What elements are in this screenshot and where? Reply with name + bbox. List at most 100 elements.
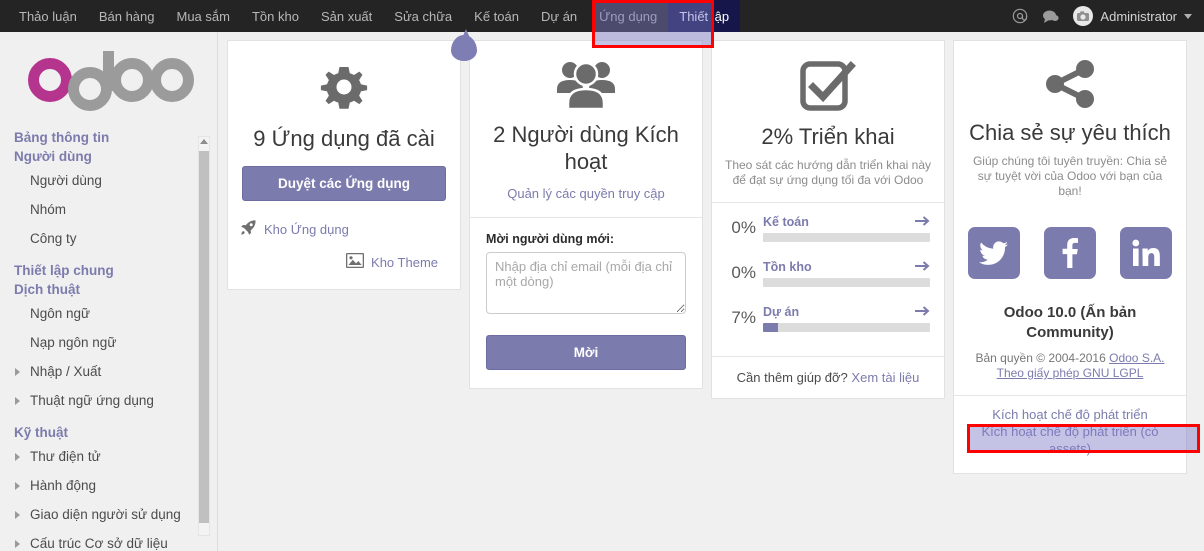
help-footer: Cần thêm giúp đỡ? Xem tài liệu [712,356,944,398]
sidebar-item-cau-truc-co-so-du-lieu[interactable]: Cấu trúc Cơ sở dữ liệu [14,529,217,551]
menu-item-du-an[interactable]: Dự án [530,0,588,32]
sidebar-item-nguoi-dung[interactable]: Người dùng [14,166,217,195]
apps-store-link[interactable]: Kho Ứng dụng [264,222,349,237]
odoo-version-label: Odoo 10.0 (Ấn bản Community) [1003,304,1137,341]
share-title: Chia sẻ sự yêu thích [969,120,1171,145]
sidebar-heading-translations: Dịch thuật [14,282,80,297]
twitter-icon[interactable] [968,227,1020,279]
sidebar-heading-users: Người dùng [14,149,92,164]
menu-item-ban-hang[interactable]: Bán hàng [88,0,166,32]
sidebar-scrollbar[interactable] [198,136,210,536]
sidebar-navigation: Bảng thông tin Người dùng Người dùng Nhó… [0,128,217,551]
manage-access-rights-link[interactable]: Quản lý các quyền truy cập [507,186,665,201]
share-subtitle: Giúp chúng tôi tuyên truyền: Chia sẻ sự … [972,154,1168,198]
planner-row[interactable]: 0% Tồn kho [726,260,930,287]
chevron-down-icon[interactable] [1184,13,1192,19]
copyright-text: Bản quyền © 2004-2016 Odoo S.A. Theo giấ… [966,351,1174,381]
user-menu[interactable]: Administrator [1073,6,1192,26]
sidebar-item-nhap-xuat[interactable]: Nhập / Xuất [14,357,217,386]
at-icon[interactable] [1012,8,1028,24]
theme-store-row[interactable]: Kho Theme [228,252,460,271]
sidebar-item-hanh-dong[interactable]: Hành động [14,471,217,500]
odoo-logo[interactable] [0,32,217,128]
users-group-icon [482,59,690,115]
arrow-right-icon[interactable] [914,260,930,274]
invite-email-input[interactable] [486,252,686,314]
scrollbar-thumb[interactable] [199,151,209,523]
activate-developer-mode-link[interactable]: Kích hoạt chế độ phát triển [964,406,1176,423]
logo-letter-o2 [109,58,154,102]
planner-percent: 0% [731,263,756,282]
users-card-header: 2 Người dùng Kích hoạt Quản lý các quyền… [470,41,702,217]
license-link[interactable]: Theo giấy phép GNU LGPL [997,366,1144,380]
sidebar-item-ngon-ngu[interactable]: Ngôn ngữ [14,299,217,328]
odoo-sa-link[interactable]: Odoo S.A. [1109,351,1164,365]
theme-store-link[interactable]: Kho Theme [371,255,438,270]
arrow-right-icon[interactable] [914,305,930,319]
facebook-icon[interactable] [1044,227,1096,279]
card-active-users: 2 Người dùng Kích hoạt Quản lý các quyền… [469,40,703,389]
sidebar-item-giao-dien-nguoi-su-dung[interactable]: Giao diện người sử dụng [14,500,217,529]
user-name-label: Administrator [1100,8,1177,24]
topbar-right-group: Administrator [1012,0,1204,32]
settings-dashboard: 9 Ứng dụng đã cài Duyệt các Ứng dụng Kho… [219,32,1204,551]
sidebar-heading-dashboard: Bảng thông tin [14,130,110,145]
sidebar: Bảng thông tin Người dùng Người dùng Nhó… [0,32,218,551]
logo-letter-d [67,49,114,111]
copyright-prefix: Bản quyền © 2004-2016 [975,351,1110,365]
chat-bubble-icon[interactable] [1042,9,1060,24]
menu-item-thiet-lap[interactable]: Thiết lập [668,0,741,32]
main-menu-list: Thảo luận Bán hàng Mua sắm Tồn kho Sản x… [8,0,741,32]
planner-row[interactable]: 0% Kế toán [726,215,930,242]
invite-label: Mời người dùng mới: [486,232,615,246]
planner-percent: 0% [731,218,756,237]
share-card-header: Chia sẻ sự yêu thích Giúp chúng tôi tuyê… [954,41,1186,213]
sidebar-item-nap-ngon-ngu[interactable]: Nạp ngôn ngữ [14,328,217,357]
menu-item-thao-luan[interactable]: Thảo luận [8,0,88,32]
sidebar-item-cong-ty[interactable]: Công ty [14,224,217,253]
planner-list: 0% Kế toán 0% Tồn kho 7% Dự án [712,203,944,356]
card-installed-apps: 9 Ứng dụng đã cài Duyệt các Ứng dụng Kho… [227,40,461,290]
sidebar-item-nhom[interactable]: Nhóm [14,195,217,224]
menu-item-sua-chua[interactable]: Sửa chữa [383,0,463,32]
deployment-subtitle: Theo sát các hướng dẫn triển khai này để… [724,158,932,187]
invite-users-block: Mời người dùng mới: Mời [470,218,702,388]
users-count-title: 2 Người dùng Kích hoạt [493,122,679,174]
menu-item-mua-sam[interactable]: Mua sắm [166,0,241,32]
image-icon [345,252,365,271]
menu-item-san-xuat[interactable]: Sản xuất [310,0,383,32]
deployment-card-header: 2% Triển khai Theo sát các hướng dẫn tri… [712,41,944,202]
version-block: Odoo 10.0 (Ấn bản Community) Bản quyền ©… [954,299,1186,395]
menu-item-ung-dung[interactable]: Ứng dụng [588,0,668,32]
activate-developer-mode-assets-link[interactable]: Kích hoạt chế độ phát triển (có assets) [964,423,1176,457]
menu-item-ton-kho[interactable]: Tồn kho [241,0,310,32]
invite-button[interactable]: Mời [486,335,686,370]
logo-letter-o3 [149,58,194,102]
planner-progress-bar [763,323,779,332]
apps-count-title: 9 Ứng dụng đã cài [253,126,435,151]
logo-letter-o1 [27,58,72,102]
sidebar-item-thuat-ngu-ung-dung[interactable]: Thuật ngữ ứng dụng [14,386,217,415]
planner-percent: 7% [731,308,756,327]
planner-name-ton-kho[interactable]: Tồn kho [763,260,812,274]
check-square-icon [724,59,932,117]
linkedin-icon[interactable] [1120,227,1172,279]
avatar [1073,6,1094,26]
deployment-title: 2% Triển khai [761,124,895,149]
menu-item-ke-toan[interactable]: Kế toán [463,0,530,32]
scroll-up-arrow-icon[interactable] [200,139,208,144]
planner-name-ke-toan[interactable]: Kế toán [763,215,809,229]
card-share-love: Chia sẻ sự yêu thích Giúp chúng tôi tuyê… [953,40,1187,474]
planner-name-du-an[interactable]: Dự án [763,305,799,319]
arrow-right-icon[interactable] [914,215,930,229]
browse-apps-button[interactable]: Duyệt các Ứng dụng [242,166,446,201]
sidebar-item-thu-dien-tu[interactable]: Thư điện tử [14,442,217,471]
rocket-icon [240,219,257,239]
planner-row[interactable]: 7% Dự án [726,305,930,332]
apps-store-row[interactable]: Kho Ứng dụng [228,219,460,239]
share-nodes-icon [966,59,1174,113]
apps-card-header: 9 Ứng dụng đã cài [228,41,460,166]
top-navigation-bar: Thảo luận Bán hàng Mua sắm Tồn kho Sản x… [0,0,1204,32]
documentation-link[interactable]: Xem tài liệu [851,370,919,385]
gear-icon [240,59,448,119]
